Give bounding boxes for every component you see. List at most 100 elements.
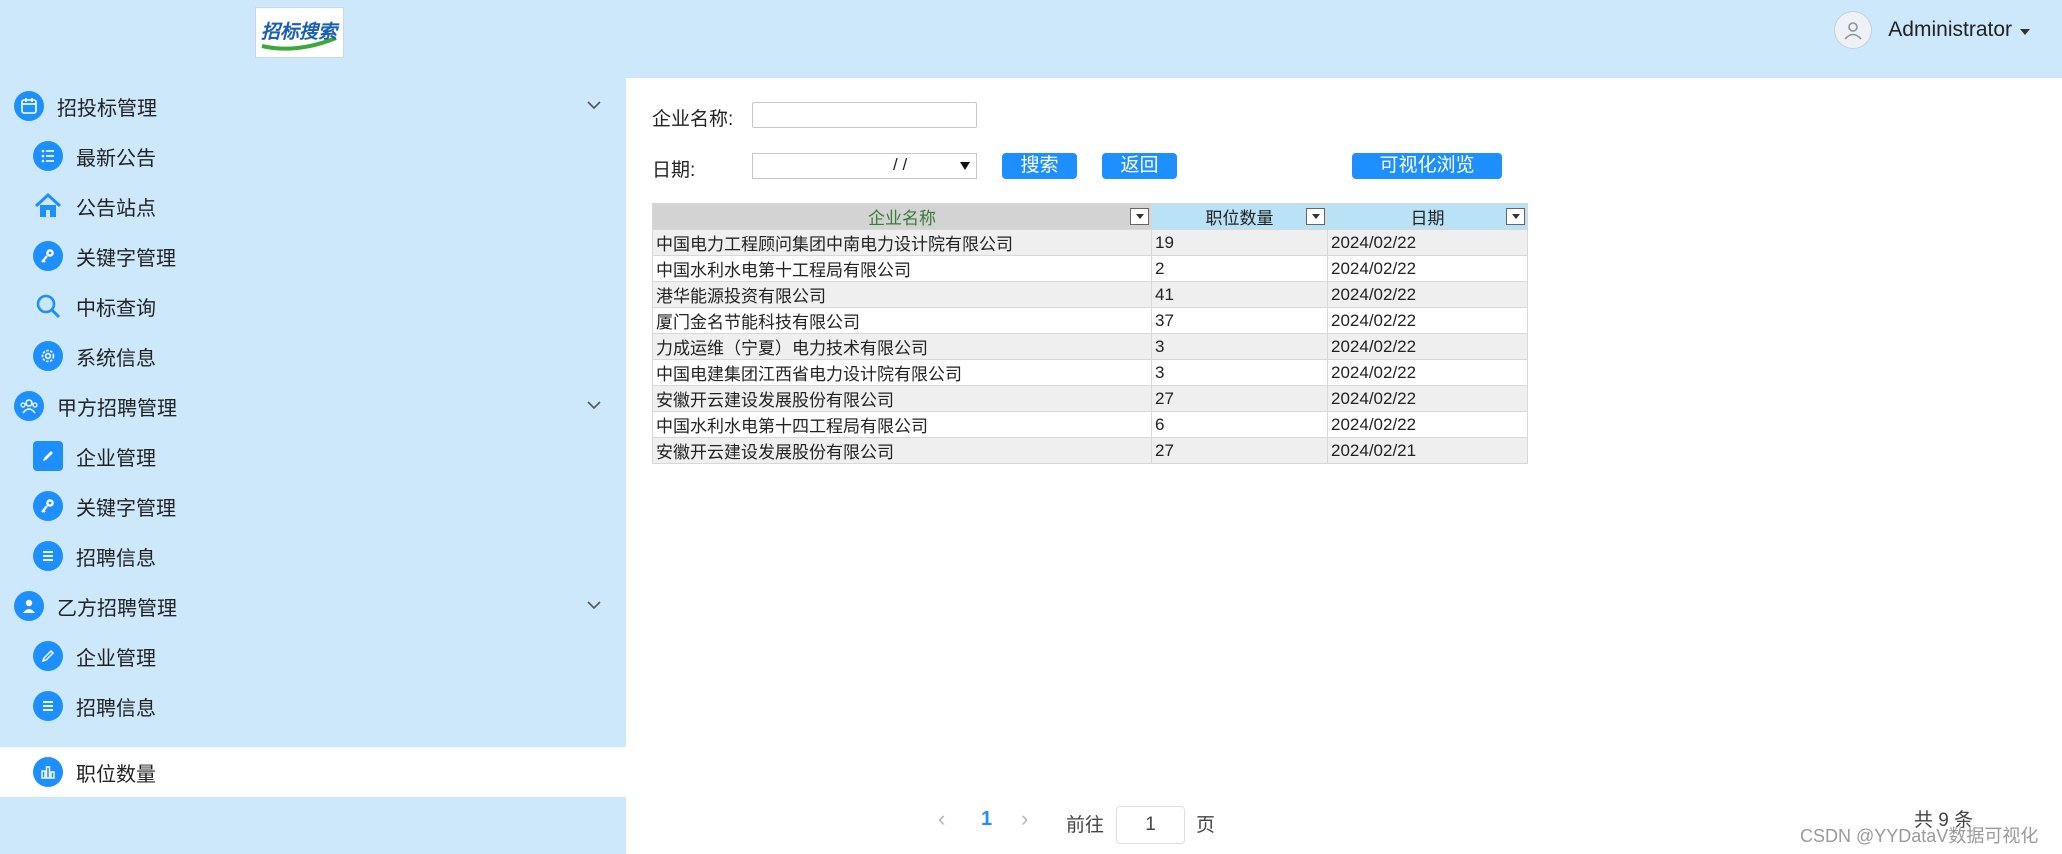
chevron-down-icon bbox=[587, 401, 601, 410]
table-row: 中国电力工程顾问集团中南电力设计院有限公司 19 2024/02/22 bbox=[652, 229, 1528, 256]
menu-icon bbox=[33, 691, 63, 721]
cell-position-count: 41 bbox=[1151, 281, 1328, 308]
goto-label: 前往 bbox=[1066, 815, 1105, 836]
chevron-down-icon bbox=[587, 101, 601, 110]
table-row: 港华能源投资有限公司 41 2024/02/22 bbox=[652, 281, 1528, 308]
sidebar-group-bidding[interactable]: 招投标管理 bbox=[0, 81, 626, 131]
sidebar-item-recruitment-info-b[interactable]: 招聘信息 bbox=[0, 681, 626, 731]
cell-position-count: 6 bbox=[1151, 411, 1328, 438]
sidebar-item-label: 关键字管理 bbox=[76, 247, 176, 270]
table-row: 中国水利水电第十工程局有限公司 2 2024/02/22 bbox=[652, 255, 1528, 282]
column-header-company[interactable]: 企业名称 bbox=[652, 203, 1152, 230]
cell-company: 安徽开云建设发展股份有限公司 bbox=[652, 385, 1152, 412]
user-menu[interactable]: Administrator bbox=[1834, 10, 2030, 50]
goto-page-input[interactable]: 1 bbox=[1116, 806, 1185, 844]
cell-company: 中国水利水电第十四工程局有限公司 bbox=[652, 411, 1152, 438]
top-bar: 招标搜索 Administrator bbox=[0, 0, 2062, 78]
cell-position-count: 27 bbox=[1151, 437, 1328, 464]
user-avatar-icon[interactable] bbox=[1834, 11, 1873, 49]
sidebar-item-latest-notices[interactable]: 最新公告 bbox=[0, 131, 626, 181]
company-name-input[interactable] bbox=[752, 102, 977, 128]
back-button[interactable]: 返回 bbox=[1102, 153, 1177, 179]
search-icon bbox=[33, 291, 63, 321]
date-label: 日期: bbox=[652, 160, 696, 181]
key-icon bbox=[33, 491, 63, 521]
cell-date: 2024/02/22 bbox=[1327, 229, 1528, 256]
cell-position-count: 3 bbox=[1151, 359, 1328, 386]
sidebar-item-label: 关键字管理 bbox=[76, 497, 176, 520]
dropdown-arrow-icon[interactable] bbox=[960, 162, 970, 170]
main-content: 企业名称: 日期: / / 搜索 返回 可视化浏览 企业名称 职位数量 日期 中… bbox=[626, 78, 2062, 854]
column-header-position-count[interactable]: 职位数量 bbox=[1151, 203, 1328, 230]
sidebar-item-recruitment-info-a[interactable]: 招聘信息 bbox=[0, 531, 626, 581]
logo-text: 招标搜索 bbox=[261, 21, 340, 43]
column-header-label: 日期 bbox=[1410, 209, 1445, 228]
menu-icon bbox=[33, 541, 63, 571]
sidebar-item-system-info[interactable]: 系统信息 bbox=[0, 331, 626, 381]
filter-dropdown-icon[interactable] bbox=[1506, 208, 1525, 225]
date-picker[interactable]: / / bbox=[752, 153, 977, 179]
page-suffix-label: 页 bbox=[1196, 815, 1216, 836]
cell-company: 中国电力工程顾问集团中南电力设计院有限公司 bbox=[652, 229, 1152, 256]
cell-company: 中国水利水电第十工程局有限公司 bbox=[652, 255, 1152, 282]
home-icon bbox=[33, 191, 63, 221]
cell-position-count: 3 bbox=[1151, 333, 1328, 360]
people-icon bbox=[14, 391, 44, 421]
cell-position-count: 27 bbox=[1151, 385, 1328, 412]
table-row: 厦门金名节能科技有限公司 37 2024/02/22 bbox=[652, 307, 1528, 334]
sidebar-item-position-count[interactable]: 职位数量 bbox=[0, 747, 626, 797]
sidebar-item-label: 招聘信息 bbox=[76, 547, 156, 570]
table-row: 中国水利水电第十四工程局有限公司 6 2024/02/22 bbox=[652, 411, 1528, 438]
table-row: 力成运维（宁夏）电力技术有限公司 3 2024/02/22 bbox=[652, 333, 1528, 360]
cell-date: 2024/02/22 bbox=[1327, 411, 1528, 438]
filter-dropdown-icon[interactable] bbox=[1130, 208, 1149, 225]
cell-date: 2024/02/22 bbox=[1327, 281, 1528, 308]
caret-down-icon bbox=[2020, 28, 2030, 35]
sidebar-item-label: 公告站点 bbox=[76, 197, 156, 220]
sidebar-item-label: 职位数量 bbox=[76, 763, 156, 786]
filter-dropdown-icon[interactable] bbox=[1306, 208, 1325, 225]
search-button[interactable]: 搜索 bbox=[1002, 153, 1077, 179]
cell-company: 中国电建集团江西省电力设计院有限公司 bbox=[652, 359, 1152, 386]
sidebar-group-party-b-recruitment[interactable]: 乙方招聘管理 bbox=[0, 581, 626, 631]
sidebar-item-company-management-b[interactable]: 企业管理 bbox=[0, 631, 626, 681]
key-icon bbox=[33, 241, 63, 271]
table-row: 安徽开云建设发展股份有限公司 27 2024/02/21 bbox=[652, 437, 1528, 464]
visualize-button[interactable]: 可视化浏览 bbox=[1352, 153, 1502, 179]
gear-icon bbox=[33, 341, 63, 371]
cell-company: 安徽开云建设发展股份有限公司 bbox=[652, 437, 1152, 464]
sidebar-group-label: 招投标管理 bbox=[57, 97, 157, 120]
table-row: 中国电建集团江西省电力设计院有限公司 3 2024/02/22 bbox=[652, 359, 1528, 386]
next-page-button[interactable]: › bbox=[1021, 806, 1028, 832]
edit-icon bbox=[33, 441, 63, 471]
user-name-dropdown[interactable]: Administrator bbox=[1888, 18, 2030, 42]
company-name-label: 企业名称: bbox=[652, 109, 734, 130]
sidebar-item-label: 中标查询 bbox=[76, 297, 156, 320]
sidebar-group-label: 甲方招聘管理 bbox=[57, 397, 177, 420]
sidebar-item-label: 招聘信息 bbox=[76, 697, 156, 720]
cell-date: 2024/02/22 bbox=[1327, 333, 1528, 360]
current-page-number[interactable]: 1 bbox=[981, 808, 992, 831]
cell-position-count: 2 bbox=[1151, 255, 1328, 282]
column-header-date[interactable]: 日期 bbox=[1327, 203, 1528, 230]
cell-position-count: 19 bbox=[1151, 229, 1328, 256]
date-value: / / bbox=[893, 155, 908, 174]
chevron-down-icon bbox=[587, 601, 601, 610]
sidebar-item-keyword-management[interactable]: 关键字管理 bbox=[0, 231, 626, 281]
sidebar-item-award-query[interactable]: 中标查询 bbox=[0, 281, 626, 331]
sidebar-item-company-management-a[interactable]: 企业管理 bbox=[0, 431, 626, 481]
logo[interactable]: 招标搜索 bbox=[255, 7, 344, 58]
calendar-icon bbox=[14, 91, 44, 121]
sidebar: 招投标管理 最新公告 公告站点 关键字管理 中标查询 系统信息 甲方招聘管理 企… bbox=[0, 78, 626, 854]
prev-page-button[interactable]: ‹ bbox=[938, 806, 945, 832]
cell-date: 2024/02/22 bbox=[1327, 307, 1528, 334]
list-icon bbox=[33, 141, 63, 171]
sidebar-item-keyword-management-a[interactable]: 关键字管理 bbox=[0, 481, 626, 531]
user-name: Administrator bbox=[1888, 18, 2012, 41]
cell-date: 2024/02/21 bbox=[1327, 437, 1528, 464]
bar-chart-icon bbox=[33, 757, 63, 787]
column-header-label: 企业名称 bbox=[868, 209, 936, 228]
cell-date: 2024/02/22 bbox=[1327, 359, 1528, 386]
sidebar-group-party-a-recruitment[interactable]: 甲方招聘管理 bbox=[0, 381, 626, 431]
sidebar-item-notice-sites[interactable]: 公告站点 bbox=[0, 181, 626, 231]
